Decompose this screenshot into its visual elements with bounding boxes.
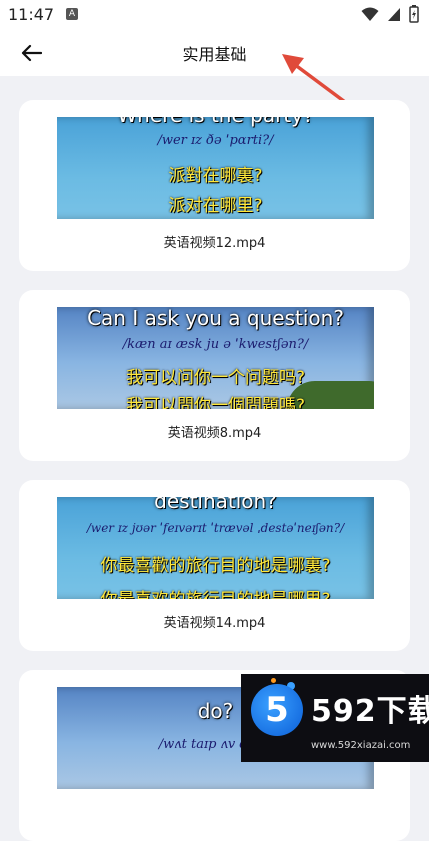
status-bar: 11:47 A: [0, 0, 429, 30]
wifi-icon: [361, 7, 379, 21]
thumb-english-text: Can I ask you a question?: [87, 307, 344, 330]
thumb-chinese-traditional: 派對在哪裏?: [168, 166, 263, 186]
video-card[interactable]: Can I ask you a question? /kæn aɪ æsk ju…: [19, 290, 410, 461]
battery-charging-icon: [409, 5, 419, 23]
thumb-chinese-traditional: 我可以問你一個問題嗎?: [125, 396, 306, 409]
signal-icon: [388, 8, 400, 21]
video-card[interactable]: Where is the party? /wer ɪz ðə ˈpɑrti?/ …: [19, 100, 410, 271]
thumb-phonetic-text: /wer ɪz ðə ˈpɑrti?/: [157, 133, 274, 148]
thumb-chinese-simplified: 你最喜欢的旅行目的地是哪里?: [57, 585, 374, 599]
thumb-chinese-simplified: 派对在哪里?: [168, 196, 263, 216]
watermark-url: www.592xiazai.com: [311, 740, 411, 751]
video-filename: 英语视频12.mp4: [163, 236, 266, 251]
thumb-english-text: destination?: [154, 497, 277, 513]
watermark-logo-icon: 5: [251, 684, 303, 736]
thumb-english-text: Where is the party?: [57, 117, 374, 127]
thumb-chinese-traditional: 你最喜歡的旅行目的地是哪裏?: [100, 556, 331, 576]
video-card[interactable]: destination? /wer ɪz jʊər ˈfeɪvərɪt ˈtræ…: [19, 480, 410, 651]
watermark-brand: 592下载: [311, 694, 429, 729]
status-icons: [361, 5, 419, 23]
thumb-phonetic-text: /wer ɪz jʊər ˈfeɪvərɪt ˈtrævəl ˌdestəˈne…: [86, 521, 345, 535]
thumb-phonetic-text: /kæn aɪ æsk ju ə ˈkwestʃən?/: [122, 337, 309, 352]
thumb-chinese-simplified: 我可以问你一个问题吗?: [125, 368, 306, 388]
status-time: 11:47: [8, 5, 55, 24]
video-thumbnail[interactable]: Can I ask you a question? /kæn aɪ æsk ju…: [57, 307, 374, 409]
site-watermark: 5 592下载 www.592xiazai.com: [241, 674, 429, 762]
video-filename: 英语视频14.mp4: [163, 616, 266, 631]
video-thumbnail[interactable]: Where is the party? /wer ɪz ðə ˈpɑrti?/ …: [57, 117, 374, 219]
video-filename: 英语视频8.mp4: [167, 426, 262, 441]
video-thumbnail[interactable]: destination? /wer ɪz jʊər ˈfeɪvərɪt ˈtræ…: [57, 497, 374, 599]
notification-a-icon: A: [66, 8, 78, 20]
